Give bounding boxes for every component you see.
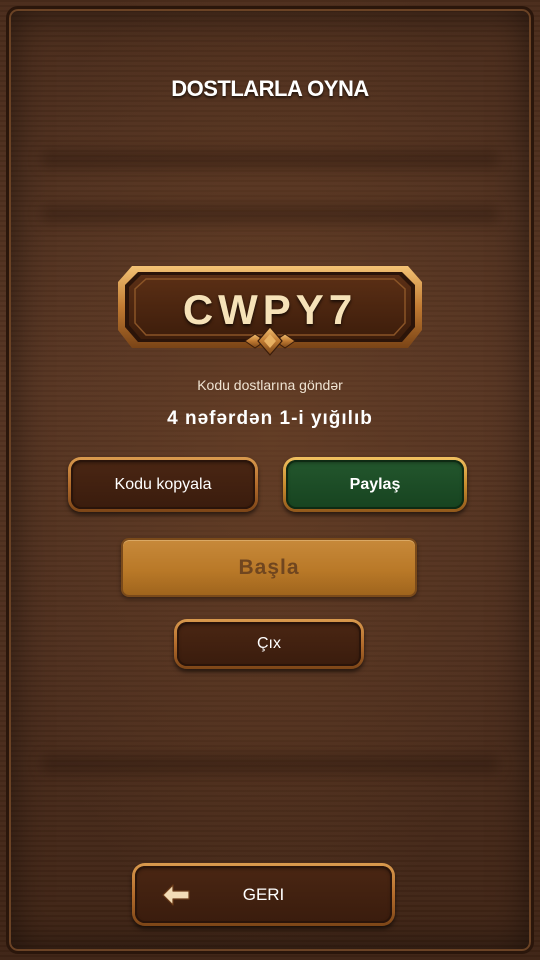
back-button[interactable]: GERI xyxy=(132,863,395,926)
exit-button-face[interactable]: Çıx xyxy=(177,622,361,666)
background-band xyxy=(40,205,500,223)
game-screen: DOSTLARLA OYNA CWPY7 Kodu dostlarına gön… xyxy=(0,0,540,960)
player-count: 4 nəfərdən 1-i yığılıb xyxy=(167,408,373,429)
start-button[interactable]: Başla xyxy=(121,538,417,597)
exit-button[interactable]: Çıx xyxy=(174,619,364,669)
share-hint: Kodu dostlarına göndər xyxy=(197,377,343,393)
share-label: Paylaş xyxy=(349,475,401,493)
back-label: GERI xyxy=(242,884,285,904)
exit-label: Çıx xyxy=(257,635,281,652)
background-band xyxy=(40,755,500,773)
share-button[interactable]: Paylaş xyxy=(283,457,467,512)
background-band xyxy=(40,150,500,168)
room-code: CWPY7 xyxy=(182,286,358,333)
copy-code-button[interactable]: Kodu kopyala xyxy=(68,457,258,512)
copy-code-button-face[interactable]: Kodu kopyala xyxy=(71,460,255,509)
share-button-face[interactable]: Paylaş xyxy=(286,460,464,509)
start-label: Başla xyxy=(238,555,300,579)
room-code-plate: CWPY7 xyxy=(118,266,422,358)
back-button-face[interactable]: GERI xyxy=(135,866,392,923)
page-title: DOSTLARLA OYNA xyxy=(171,76,369,101)
copy-code-label: Kodu kopyala xyxy=(114,475,212,493)
